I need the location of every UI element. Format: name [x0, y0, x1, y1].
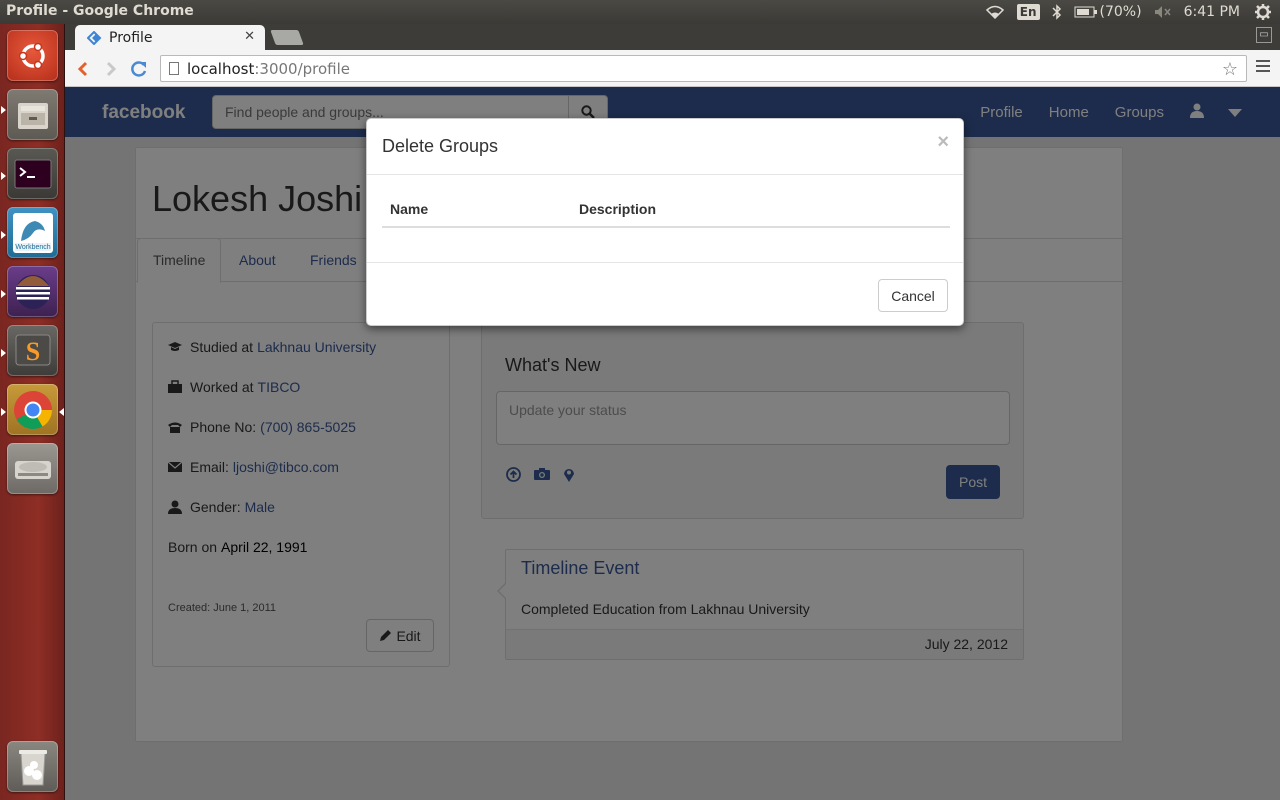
modal-footer: Cancel — [367, 262, 963, 325]
new-tab-button[interactable] — [270, 30, 304, 45]
ubuntu-dash-icon[interactable] — [7, 30, 58, 81]
tab-strip: Profile ✕ ▭ — [65, 24, 1280, 50]
svg-text:Workbench: Workbench — [15, 244, 50, 251]
session-gear-icon[interactable] — [1254, 3, 1272, 21]
unity-launcher: Workbench S — [0, 24, 65, 800]
volume-muted-icon[interactable] — [1154, 5, 1172, 19]
ubuntu-top-panel: Profile - Google Chrome En (70%) 6:41 PM — [0, 0, 1280, 24]
clock[interactable]: 6:41 PM — [1184, 4, 1240, 20]
modal-header: Delete Groups × — [367, 119, 963, 175]
url-host: localhost — [187, 59, 255, 78]
sublime-text-icon[interactable]: S — [7, 325, 58, 376]
browser-window: Profile ✕ ▭ localhost:3000/profile ☆ fac… — [65, 24, 1280, 800]
files-icon[interactable] — [7, 89, 58, 140]
bluetooth-icon[interactable] — [1052, 4, 1062, 20]
tab-title: Profile — [109, 29, 153, 46]
delete-groups-modal: Delete Groups × Name Description Cancel — [366, 118, 964, 326]
reload-icon — [131, 61, 147, 77]
window-title: Profile - Google Chrome — [6, 3, 194, 19]
page-viewport: facebook Profile Home Groups L — [65, 87, 1280, 800]
trash-icon[interactable] — [7, 741, 58, 792]
svg-text:S: S — [25, 337, 39, 366]
back-button[interactable] — [72, 58, 94, 80]
forward-button[interactable] — [100, 58, 122, 80]
modal-title: Delete Groups — [382, 136, 499, 156]
terminal-icon[interactable] — [7, 148, 58, 199]
column-name: Name — [390, 201, 429, 217]
groups-table-header: Name Description — [382, 201, 950, 228]
keyboard-layout-indicator[interactable]: En — [1016, 4, 1040, 20]
battery-icon — [1074, 6, 1097, 18]
back-arrow-icon — [77, 61, 88, 77]
address-bar[interactable]: localhost:3000/profile ☆ — [160, 55, 1247, 82]
browser-toolbar: localhost:3000/profile ☆ — [65, 50, 1280, 87]
battery-indicator[interactable]: (70%) — [1074, 4, 1142, 20]
column-description: Description — [579, 201, 657, 217]
browser-tab-profile[interactable]: Profile ✕ — [75, 25, 265, 50]
cancel-button[interactable]: Cancel — [878, 279, 948, 312]
battery-percent: (70%) — [1099, 4, 1142, 20]
system-tray: En (70%) 6:41 PM — [985, 0, 1280, 24]
wifi-icon[interactable] — [985, 5, 1005, 19]
mysql-workbench-icon[interactable]: Workbench — [7, 207, 58, 258]
page-icon — [169, 62, 179, 75]
forward-arrow-icon — [106, 61, 117, 77]
reload-button[interactable] — [128, 58, 150, 80]
chrome-menu-icon[interactable] — [1256, 60, 1270, 75]
disk-icon[interactable] — [7, 443, 58, 494]
eclipse-icon[interactable] — [7, 266, 58, 317]
url-path: :3000/profile — [254, 59, 351, 78]
close-icon[interactable]: × — [937, 131, 949, 154]
bookmark-star-icon[interactable]: ☆ — [1222, 59, 1238, 80]
chrome-icon[interactable] — [7, 384, 58, 435]
tab-close-icon[interactable]: ✕ — [244, 29, 255, 44]
window-restore-button[interactable]: ▭ — [1256, 27, 1272, 43]
tab-favicon-icon — [87, 30, 102, 45]
